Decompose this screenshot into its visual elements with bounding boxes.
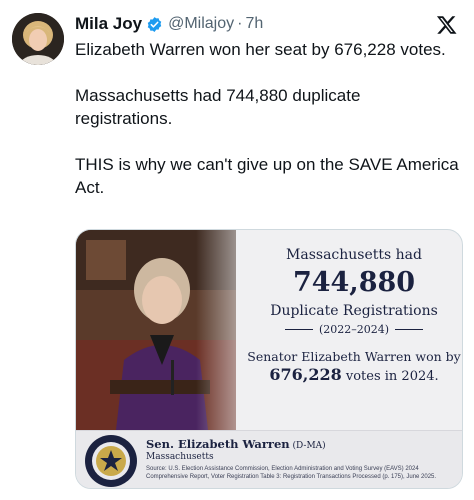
- author-handle[interactable]: @Milajoy: [168, 15, 234, 33]
- avatar-photo-icon: [12, 13, 64, 65]
- year-range-text: (2022–2024): [318, 323, 390, 336]
- divider: [395, 329, 424, 330]
- stat-panel: Massachusetts had 744,880 Duplicate Regi…: [244, 246, 462, 386]
- tweet-paragraph: THIS is why we can't give up on the SAVE…: [75, 155, 459, 197]
- tweet-paragraph: Massachusetts had 744,880 duplicate regi…: [75, 86, 361, 128]
- stat-line2: Duplicate Registrations: [270, 303, 438, 319]
- tweet-paragraph: Elizabeth Warren won her seat by 676,228…: [75, 40, 446, 59]
- stat-line1: Massachusetts had: [286, 247, 422, 263]
- year-range: (2022–2024): [244, 323, 462, 336]
- senate-seal-icon: [85, 435, 137, 487]
- caption-party: (D-MA): [289, 441, 326, 451]
- tweet-header: Mila Joy @Milajoy · 7h: [75, 13, 263, 35]
- caption-state: Massachusetts: [146, 452, 214, 462]
- votes-suffix: votes in 2024.: [341, 369, 439, 384]
- votes-line: 676,228 votes in 2024.: [244, 365, 462, 386]
- divider: [284, 329, 313, 330]
- tweet-text: Elizabeth Warren won her seat by 676,228…: [75, 38, 460, 199]
- votes-number: 676,228: [269, 365, 342, 384]
- time-separator: ·: [237, 15, 243, 32]
- caption-name-text: Sen. Elizabeth Warren: [146, 437, 290, 451]
- caption-name: Sen. Elizabeth Warren (D-MA): [146, 437, 326, 451]
- verified-badge-icon: [146, 16, 163, 33]
- tweet-media-image[interactable]: Massachusetts had 744,880 Duplicate Regi…: [75, 229, 463, 489]
- author-name[interactable]: Mila Joy: [75, 14, 142, 34]
- caption-bar: Sen. Elizabeth Warren (D-MA) Massachuset…: [76, 430, 462, 488]
- duplicate-count: 744,880: [292, 267, 416, 298]
- avatar[interactable]: [12, 13, 64, 65]
- senator-line: Senator Elizabeth Warren won by: [247, 349, 461, 364]
- x-logo-icon[interactable]: [436, 14, 458, 36]
- post-time[interactable]: 7h: [245, 15, 263, 33]
- source-note: Source: U.S. Election Assistance Commiss…: [146, 466, 437, 480]
